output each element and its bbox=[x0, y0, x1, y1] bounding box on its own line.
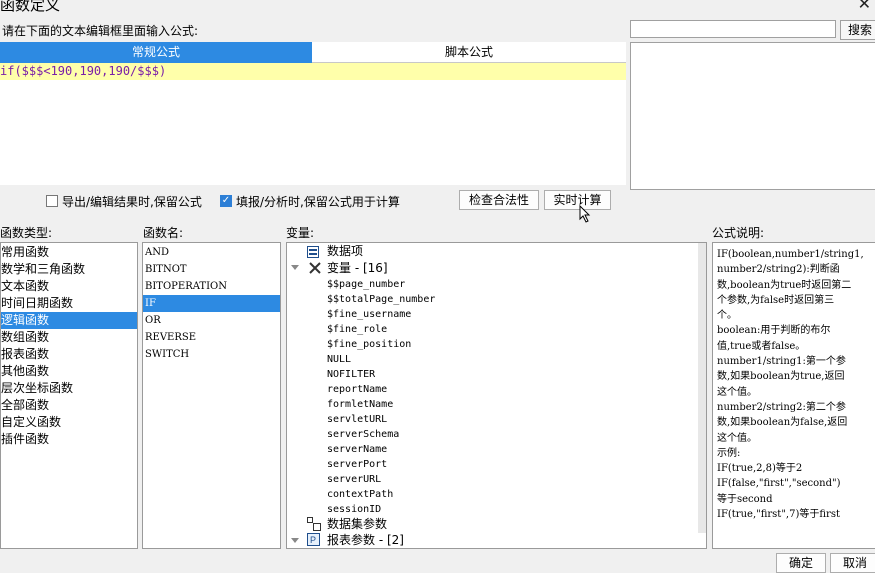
cancel-button[interactable]: 取消 bbox=[830, 553, 875, 573]
function-type-item[interactable]: 数学和三角函数 bbox=[1, 261, 137, 278]
tab-normal-formula[interactable]: 常规公式 bbox=[0, 42, 312, 63]
formula-description-panel: IF(boolean,number1/string1, number2/stri… bbox=[712, 242, 875, 549]
keep-formula-fill-checkbox[interactable]: ✓ bbox=[220, 195, 232, 207]
variable-item[interactable]: $fine_position bbox=[327, 337, 411, 352]
function-type-item[interactable]: 其他函数 bbox=[1, 363, 137, 380]
function-name-item[interactable]: AND bbox=[143, 244, 280, 261]
expand-arrow-icon[interactable] bbox=[291, 265, 299, 271]
function-name-list: AND BITNOT BITOPERATION IF OR REVERSE SW… bbox=[142, 242, 281, 549]
instruction-label: 请在下面的文本编辑框里面输入公式: bbox=[2, 24, 199, 38]
variable-item[interactable]: $$page_number bbox=[327, 277, 405, 292]
ok-button[interactable]: 确定 bbox=[776, 553, 826, 573]
variable-item[interactable]: $fine_role bbox=[327, 322, 387, 337]
keep-formula-export-checkbox[interactable] bbox=[46, 195, 58, 207]
variable-item[interactable]: contextPath bbox=[327, 487, 393, 502]
variable-label: 变量: bbox=[286, 226, 315, 240]
data-item-icon bbox=[307, 246, 319, 258]
variable-icon bbox=[309, 262, 321, 274]
variable-item[interactable]: servletURL bbox=[327, 412, 387, 427]
search-results-list bbox=[630, 42, 875, 190]
function-name-item[interactable]: REVERSE bbox=[143, 329, 280, 346]
function-name-label: 函数名: bbox=[143, 226, 184, 240]
variable-item[interactable]: serverURL bbox=[327, 472, 381, 487]
function-type-item-selected[interactable]: 逻辑函数 bbox=[1, 312, 137, 329]
variable-item[interactable]: serverPort bbox=[327, 457, 387, 472]
variable-item[interactable]: $fine_username bbox=[327, 307, 411, 322]
variable-item[interactable]: sessionID bbox=[327, 502, 381, 517]
formula-text[interactable]: if($$$<190,190,190/$$$) bbox=[0, 64, 166, 78]
tab-script-formula[interactable]: 脚本公式 bbox=[312, 42, 626, 63]
close-icon[interactable]: ✕ bbox=[858, 0, 871, 13]
function-type-item[interactable]: 全部函数 bbox=[1, 397, 137, 414]
function-type-item[interactable]: 时间日期函数 bbox=[1, 295, 137, 312]
function-name-item[interactable]: OR bbox=[143, 312, 280, 329]
function-type-label: 函数类型: bbox=[0, 226, 53, 240]
function-name-item[interactable]: BITOPERATION bbox=[143, 278, 280, 295]
formula-description-label: 公式说明: bbox=[712, 226, 765, 240]
variable-item[interactable]: $$totalPage_number bbox=[327, 292, 435, 307]
variable-scrollbar[interactable] bbox=[698, 243, 706, 533]
function-type-item[interactable]: 层次坐标函数 bbox=[1, 380, 137, 397]
formula-editor[interactable]: if($$$<190,190,190/$$$) bbox=[0, 63, 626, 185]
tree-node-dataset-params[interactable]: 数据集参数 bbox=[327, 517, 387, 532]
function-type-list: 常用函数 数学和三角函数 文本函数 时间日期函数 逻辑函数 数组函数 报表函数 … bbox=[0, 242, 138, 549]
function-type-item[interactable]: 自定义函数 bbox=[1, 414, 137, 431]
realtime-calc-button[interactable]: 实时计算 bbox=[544, 190, 611, 210]
tree-node-data-items[interactable]: 数据项 bbox=[327, 244, 363, 259]
keep-formula-fill-label: 填报/分析时,保留公式用于计算 bbox=[236, 195, 400, 209]
tree-node-variables[interactable]: 变量 - [16] bbox=[327, 261, 388, 276]
svg-text:P: P bbox=[310, 535, 316, 545]
variable-item[interactable]: formletName bbox=[327, 397, 393, 412]
mouse-cursor-icon bbox=[579, 205, 591, 223]
variable-item[interactable]: NOFILTER bbox=[327, 367, 375, 382]
formula-description-text: IF(boolean,number1/string1, number2/stri… bbox=[717, 249, 864, 521]
search-input[interactable] bbox=[630, 20, 836, 38]
function-name-item[interactable]: SWITCH bbox=[143, 346, 280, 363]
function-type-item[interactable]: 报表函数 bbox=[1, 346, 137, 363]
tree-node-report-params[interactable]: 报表参数 - [2] bbox=[327, 533, 404, 548]
variable-item[interactable]: NULL bbox=[327, 352, 351, 367]
function-type-item[interactable]: 文本函数 bbox=[1, 278, 137, 295]
window-title: 函数定义 bbox=[0, 0, 61, 14]
check-validity-button[interactable]: 检查合法性 bbox=[459, 190, 539, 210]
function-type-item[interactable]: 插件函数 bbox=[1, 431, 137, 448]
function-name-item-selected[interactable]: IF bbox=[143, 295, 280, 312]
variable-item[interactable]: serverName bbox=[327, 442, 387, 457]
expand-arrow-icon[interactable] bbox=[291, 538, 299, 544]
dataset-param-icon bbox=[307, 517, 321, 531]
variable-item[interactable]: serverSchema bbox=[327, 427, 399, 442]
function-type-item[interactable]: 数组函数 bbox=[1, 329, 137, 346]
keep-formula-export-label: 导出/编辑结果时,保留公式 bbox=[62, 195, 202, 209]
report-param-icon: P bbox=[307, 533, 320, 546]
search-button[interactable]: 搜索 bbox=[840, 20, 875, 40]
function-name-item[interactable]: BITNOT bbox=[143, 261, 280, 278]
variable-item[interactable]: reportName bbox=[327, 382, 387, 397]
variable-tree: 数据项 变量 - [16] $$page_number $$totalPage_… bbox=[286, 242, 707, 549]
function-type-item[interactable]: 常用函数 bbox=[1, 244, 137, 261]
